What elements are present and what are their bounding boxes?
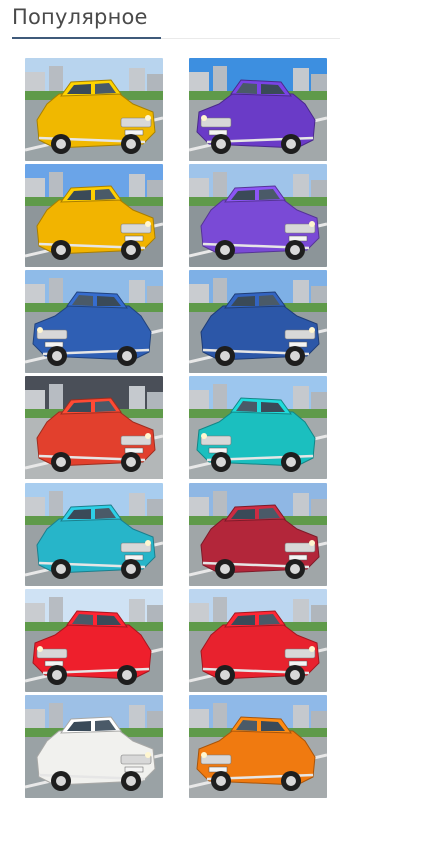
gallery-thumbnail[interactable] — [25, 58, 163, 161]
gallery-thumbnail[interactable] — [189, 376, 327, 479]
gallery-thumbnail[interactable] — [189, 589, 327, 692]
gallery-thumbnail[interactable] — [25, 270, 163, 373]
car-photo — [25, 589, 163, 692]
gallery-thumbnail[interactable] — [189, 164, 327, 267]
car-photo — [25, 270, 163, 373]
gallery-thumbnail[interactable] — [189, 483, 327, 586]
gallery-thumbnail[interactable] — [25, 376, 163, 479]
gallery-thumbnail[interactable] — [25, 483, 163, 586]
car-photo — [189, 376, 327, 479]
gallery-thumbnail[interactable] — [25, 589, 163, 692]
car-photo — [25, 483, 163, 586]
car-photo — [189, 164, 327, 267]
car-photo — [25, 376, 163, 479]
gallery-thumbnail[interactable] — [189, 695, 327, 798]
car-photo — [189, 270, 327, 373]
gallery-thumbnail[interactable] — [25, 695, 163, 798]
car-photo — [25, 695, 163, 798]
car-photo — [189, 695, 327, 798]
car-photo — [189, 58, 327, 161]
car-photo — [25, 58, 163, 161]
gallery-thumbnail[interactable] — [189, 58, 327, 161]
car-photo — [189, 483, 327, 586]
gallery-thumbnail[interactable] — [25, 164, 163, 267]
car-photo — [189, 589, 327, 692]
gallery-thumbnail[interactable] — [189, 270, 327, 373]
car-photo — [25, 164, 163, 267]
photo-gallery — [0, 0, 446, 844]
